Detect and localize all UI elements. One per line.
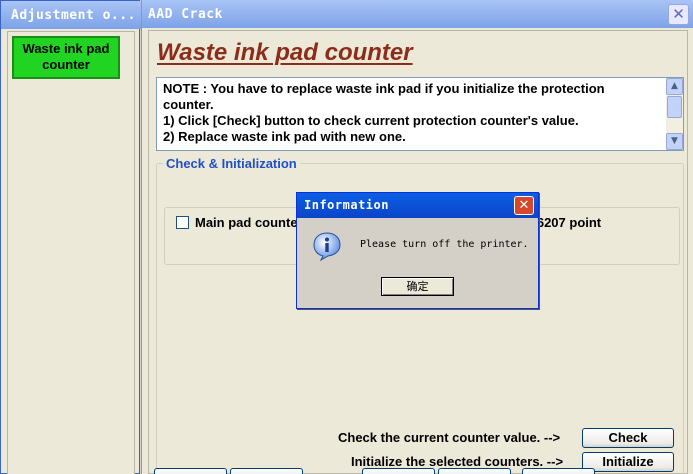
left-window-title: Adjustment o... [1, 1, 141, 29]
main-pad-checkbox[interactable] [176, 216, 189, 229]
main-close-button[interactable]: ✕ [668, 4, 689, 25]
waste-ink-pad-menu-button[interactable]: Waste ink pad counter [12, 36, 120, 79]
bottom-button[interactable] [438, 468, 511, 474]
note-textbox[interactable]: NOTE : You have to replace waste ink pad… [156, 77, 684, 151]
bottom-button[interactable] [522, 468, 595, 474]
scroll-down-icon[interactable]: ▼ [666, 133, 683, 150]
bottom-button[interactable] [230, 468, 303, 474]
scroll-up-icon[interactable]: ▲ [666, 78, 683, 95]
check-prompt: Check the current counter value. --> [338, 430, 561, 445]
left-window: Adjustment o... Waste ink pad counter [0, 0, 141, 474]
bottom-button[interactable] [362, 468, 435, 474]
information-dialog: Information ✕ Please turn off the printe… [296, 192, 539, 309]
dialog-title: Information [297, 193, 538, 218]
note-line: NOTE : You have to replace waste ink pad… [163, 81, 605, 96]
note-scrollbar[interactable]: ▲ ▼ [666, 78, 683, 150]
dialog-ok-button[interactable]: 确定 [381, 277, 454, 296]
note-line: 2) Replace waste ink pad with new one. [163, 129, 406, 144]
main-pad-label: Main pad counter [195, 215, 303, 230]
bottom-button[interactable] [154, 468, 227, 474]
note-text: NOTE : You have to replace waste ink pad… [163, 81, 663, 145]
page-title: Waste ink pad counter [157, 39, 413, 66]
main-window-title: AAD Crack [142, 0, 693, 28]
initialize-prompt: Initialize the selected counters. --> [351, 454, 564, 469]
initialize-button[interactable]: Initialize [582, 452, 674, 472]
info-icon [313, 232, 341, 261]
dialog-message: Please turn off the printer. [360, 239, 529, 250]
note-line: counter. [163, 97, 214, 112]
group-label: Check & Initialization [163, 156, 300, 171]
dialog-close-button[interactable]: ✕ [514, 196, 534, 215]
scroll-thumb[interactable] [667, 96, 682, 118]
left-window-body [7, 31, 135, 474]
check-button[interactable]: Check [582, 428, 674, 448]
note-line: 1) Click [Check] button to check current… [163, 113, 579, 128]
